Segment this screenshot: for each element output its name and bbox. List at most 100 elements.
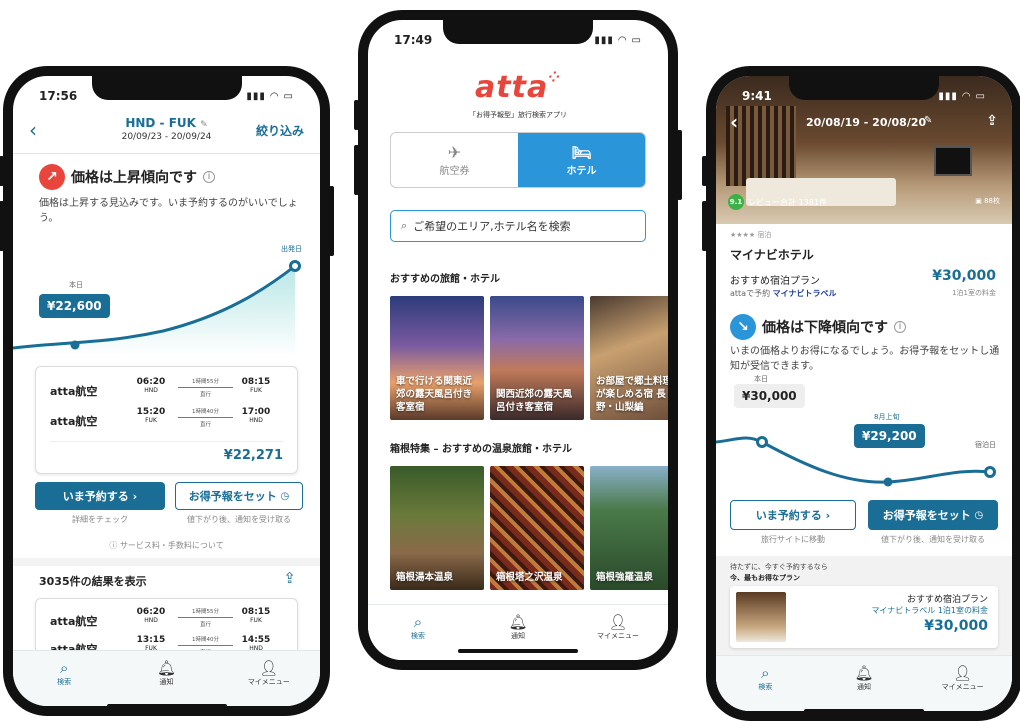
arr-code: FUK (250, 387, 262, 394)
book-caption: 詳細をチェック (72, 515, 128, 524)
results-count: 3035件の結果を表示 (39, 575, 147, 588)
hakone-tile[interactable]: 箱根塔之沢温泉 (490, 466, 584, 590)
offer-thumbnail (736, 592, 786, 642)
set-alert-label: お得予報をセット (882, 509, 971, 522)
book-now-label: いま予約する (62, 490, 129, 503)
info-icon[interactable]: i (894, 321, 906, 333)
tab-bar: ⌕ 検索 🔔︎ 通知 👤︎ マイメニュー (716, 655, 1012, 711)
clock-icon: ◷ (974, 509, 984, 521)
back-icon[interactable]: ‹ (730, 110, 738, 134)
share-icon[interactable]: ⇪ (986, 113, 998, 129)
departure: 06:20 HND (134, 377, 168, 394)
dep-time: 15:20 (136, 407, 166, 417)
book-via: attaで予約 マイナビトラベル (730, 288, 836, 299)
duration: 1時間55分 直行 (178, 377, 233, 398)
chevron-right-icon: › (132, 489, 138, 503)
airplane-icon: ✈ (447, 143, 462, 162)
arrival: 08:15 FUK (239, 607, 273, 624)
filter-button[interactable]: 絞り込み (256, 122, 304, 139)
arrival: 08:15 FUK (239, 377, 273, 394)
person-icon: 👤︎ (259, 659, 279, 677)
phone-hotel-detail: 9:41 ▮▮▮ ◠ ▭ ‹ 20/08/19 - 20/08/20 ✎ ⇪ 9… (702, 66, 1020, 721)
tab-search[interactable]: ⌕ 検索 (34, 659, 94, 706)
info-icon[interactable]: i (203, 171, 215, 183)
hakone-tile[interactable]: 箱根強羅温泉 (590, 466, 668, 590)
hero-header: ‹ 20/08/19 - 20/08/20 ✎ ⇪ (716, 110, 1012, 136)
airline: atta航空 (50, 385, 98, 398)
tab-notify[interactable]: 🔔︎ 通知 (136, 659, 196, 706)
tagline: 「お得予報型」旅行検索アプリ (469, 111, 567, 119)
tab-search[interactable]: ⌕ 検索 (388, 613, 448, 660)
tab-mymenu[interactable]: 👤︎ マイメニュー (239, 659, 299, 706)
tab-search[interactable]: ⌕ 検索 (735, 664, 795, 711)
review-summary[interactable]: 9.1 レビュー合計 1381件 (728, 194, 827, 210)
book-now-button[interactable]: いま予約する › (730, 500, 856, 530)
share-icon[interactable]: ⇪ (283, 569, 296, 587)
departure: 06:20 HND (134, 607, 168, 624)
price-trend-chart (716, 436, 996, 487)
hakone-tile[interactable]: 箱根湯本温泉 (390, 466, 484, 590)
recommend-tile[interactable]: 関西近郊の露天風呂付き客室宿 (490, 296, 584, 420)
tile-label: お部屋で郷土料理が楽しめる宿 長野・山梨編 (596, 376, 668, 413)
tab-label: 通知 (159, 678, 174, 686)
arr-code: FUK (250, 617, 262, 624)
chevron-right-icon: › (825, 508, 831, 522)
fee-note: サービス料・手数料について (119, 541, 224, 550)
signal-wifi-battery-icon: ▮▮▮ ◠ ▭ (938, 90, 986, 102)
tab-label: 通知 (511, 632, 525, 640)
duration-text: 1時間40分 (192, 409, 219, 415)
set-alert-button[interactable]: お得予報をセット ◷ (175, 482, 303, 510)
hotel-search-input[interactable]: ⌕ ご希望のエリア,ホテル名を検索 (390, 210, 646, 242)
plan-price: ¥30,000 (932, 268, 996, 284)
today-point (756, 436, 768, 448)
tab-notify[interactable]: 🔔︎ 通知 (834, 664, 894, 711)
photo-count[interactable]: ▣ 88枚 (975, 196, 1000, 206)
book-now-button[interactable]: いま予約する › (35, 482, 165, 510)
phone-flight: 17:56 ▮▮▮ ◠ ▭ ‹ HND - FUK ✎ 20/09/23 - 2… (0, 66, 334, 716)
offer-price: ¥30,000 (924, 618, 988, 634)
photo-icon: ▣ (975, 197, 982, 205)
recommend-tile[interactable]: お部屋で郷土料理が楽しめる宿 長野・山梨編 (590, 296, 668, 420)
airline: atta航空 (50, 415, 98, 428)
logo-text: atta (475, 70, 549, 105)
tab-mymenu[interactable]: 👤︎ マイメニュー (588, 613, 648, 660)
tab-label: 検索 (411, 632, 425, 640)
stay-dates: 20/08/19 - 20/08/20 (806, 116, 927, 129)
alert-caption: 値下がり後、通知を受け取る (187, 515, 291, 524)
duration: 1時間40分直行 (178, 407, 233, 428)
trend-title: 価格は上昇傾向です (71, 170, 197, 186)
trend-up-icon: ↗ (39, 164, 65, 190)
tab-label: 検索 (758, 683, 773, 691)
category-switch: ✈ 航空券 🛏︎ ホテル (390, 132, 646, 188)
duration-text: 1時間40分 (192, 637, 219, 643)
edit-icon[interactable]: ✎ (924, 115, 932, 126)
best-offer-card[interactable]: おすすめ宿泊プラン マイナビトラベル 1泊1室の料金 ¥30,000 (730, 586, 998, 648)
edit-icon[interactable]: ✎ (200, 120, 208, 130)
tile-label: 車で行ける関東近郊の露天風呂付き客室宿 (396, 376, 473, 413)
arr-code: HND (249, 417, 263, 424)
offer-partner: マイナビトラベル 1泊1室の料金 (871, 606, 988, 615)
book-now-label: いま予約する (755, 509, 822, 522)
set-alert-button[interactable]: お得予報をセット ◷ (868, 500, 998, 530)
stay-point (984, 466, 996, 478)
tab-mymenu[interactable]: 👤︎ マイメニュー (933, 664, 993, 711)
search-icon: ⌕ (761, 664, 770, 682)
flight-row: atta航空 06:20 HND 1時間55分 直行 08:15 FUK (50, 607, 283, 635)
flight-type: 直行 (199, 422, 211, 428)
fee-note-link[interactable]: ⓘ サービス料・手数料について (13, 540, 320, 551)
tab-flight[interactable]: ✈ 航空券 (391, 133, 518, 187)
flight-card[interactable]: atta航空 06:20 HND 1時間55分 直行 08:15 FUK atta航空… (35, 366, 298, 474)
duration-text: 1時間55分 (192, 609, 219, 615)
today-price-tag: ¥22,600 (39, 294, 110, 318)
section-title: おすすめの旅館・ホテル (390, 274, 500, 285)
arr-time: 17:00 (241, 407, 271, 417)
trend-title: 価格は下降傾向です (762, 320, 888, 336)
today-point (70, 340, 80, 350)
today-price-tag: ¥30,000 (734, 384, 805, 408)
departure: 15:20 FUK (134, 407, 168, 424)
tab-hotel[interactable]: 🛏︎ ホテル (518, 133, 645, 187)
trend-header: ↘ 価格は下降傾向です i (730, 314, 906, 340)
recommend-tile[interactable]: 車で行ける関東近郊の露天風呂付き客室宿 (390, 296, 484, 420)
alert-caption: 値下がり後、通知を受け取る (881, 535, 985, 544)
section-title: 箱根特集 – おすすめの温泉旅館・ホテル (390, 444, 572, 455)
